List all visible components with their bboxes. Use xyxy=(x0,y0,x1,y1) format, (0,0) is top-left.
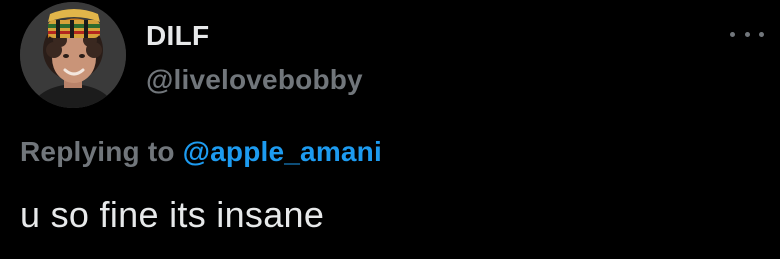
avatar-image xyxy=(20,2,126,108)
tweet-text: u so fine its insane xyxy=(20,194,325,235)
dot xyxy=(759,31,764,37)
more-horizontal-icon[interactable] xyxy=(730,24,764,44)
reply-context-prefix: Replying to xyxy=(20,136,175,167)
dot xyxy=(744,31,750,37)
display-name[interactable]: DILF xyxy=(146,20,209,52)
dot xyxy=(730,31,735,37)
user-handle[interactable]: @livelovebobby xyxy=(146,64,363,96)
tweet: DILF @livelovebobby Replying to @apple_a… xyxy=(0,0,780,259)
mention-link[interactable]: @apple_amani xyxy=(183,136,382,167)
avatar[interactable] xyxy=(20,2,126,108)
reply-context: Replying to @apple_amani xyxy=(20,136,382,168)
